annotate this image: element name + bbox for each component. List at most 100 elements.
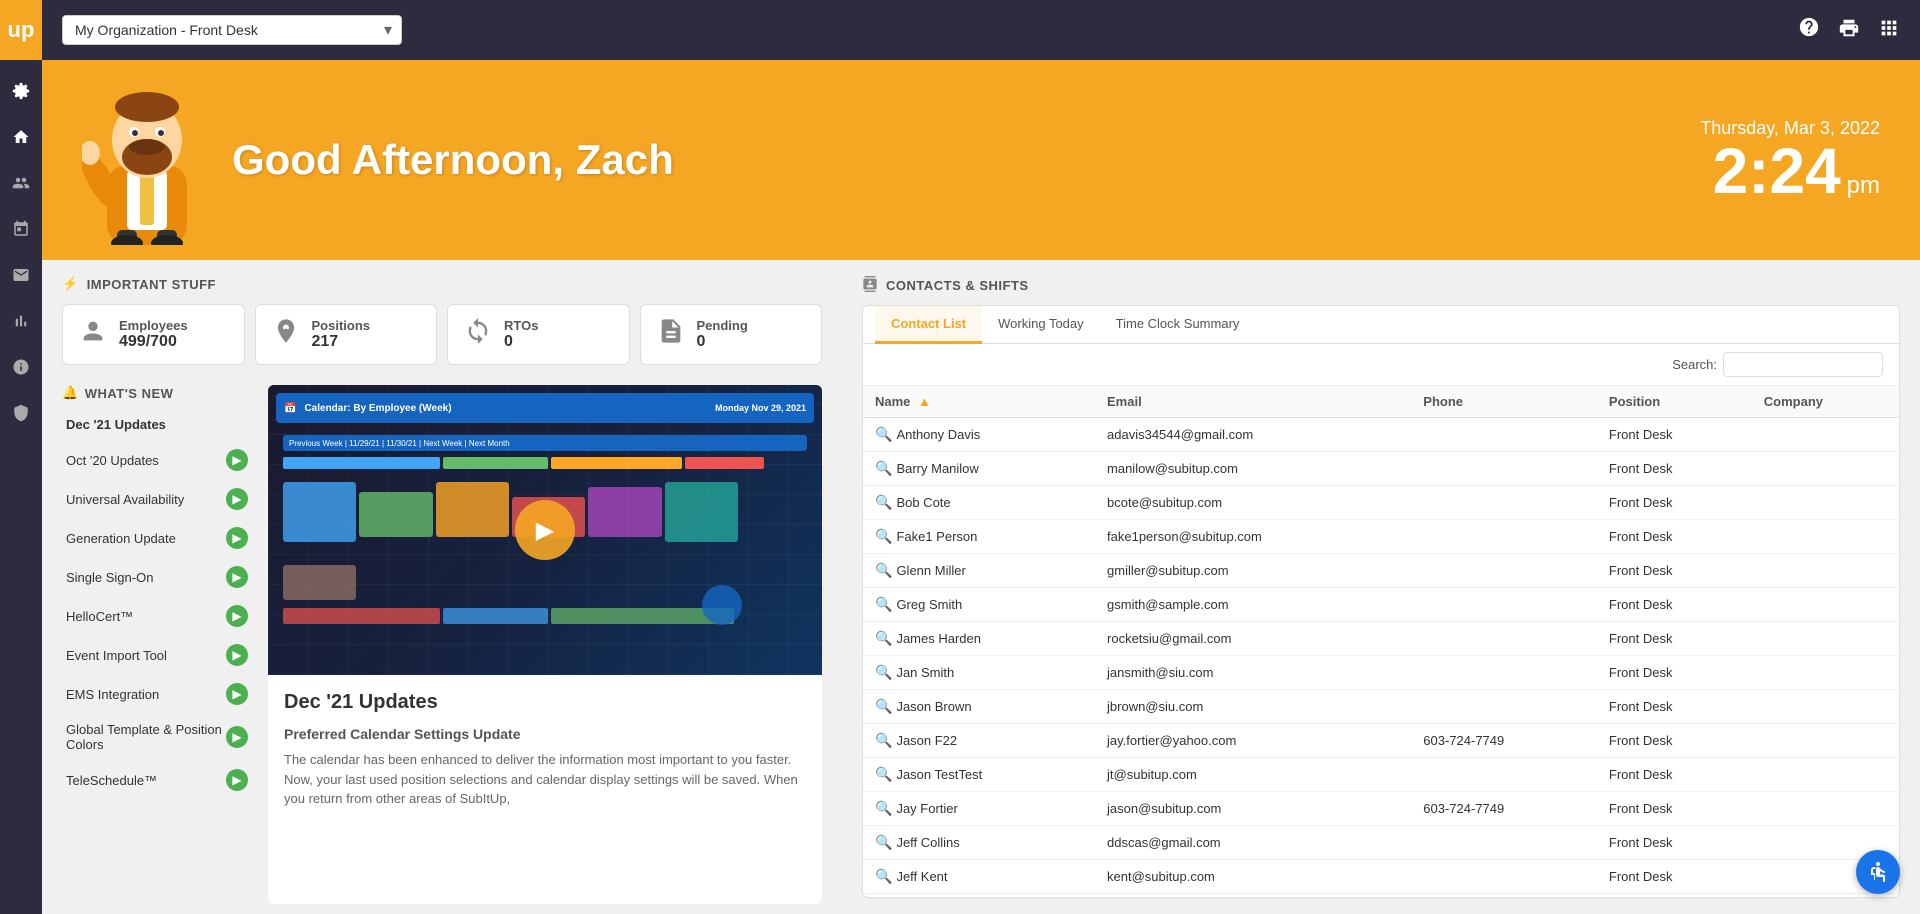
contact-position: Front Desk (1597, 418, 1752, 452)
sidebar-logo[interactable]: up (0, 0, 42, 60)
news-item-label: Dec '21 Updates (66, 417, 166, 432)
table-row[interactable]: 🔍Fake1 Person fake1person@subitup.com Fr… (863, 520, 1899, 554)
org-selector-wrap[interactable]: My Organization - Front Desk (62, 15, 402, 45)
contact-email: jt@subitup.com (1095, 758, 1411, 792)
news-content-panel: 📅 Calendar: By Employee (Week) Monday No… (268, 385, 822, 904)
contact-search-icon[interactable]: 🔍 (875, 528, 892, 544)
sidebar-item-chart[interactable] (0, 300, 42, 342)
table-row[interactable]: 🔍Jason Brown jbrown@siu.com Front Desk (863, 690, 1899, 724)
contact-search-icon[interactable]: 🔍 (875, 596, 892, 612)
contact-search-icon[interactable]: 🔍 (875, 766, 892, 782)
table-row[interactable]: 🔍Jeff Collins ddscas@gmail.com Front Des… (863, 826, 1899, 860)
play-button[interactable]: ▶ (515, 500, 575, 560)
news-arrow-icon: ▶ (226, 644, 248, 666)
contact-search-icon[interactable]: 🔍 (875, 664, 892, 680)
col-name[interactable]: Name ▲ (863, 386, 1095, 418)
news-item[interactable]: EMS Integration▶ (62, 675, 252, 714)
contact-email: gsmith@sample.com (1095, 588, 1411, 622)
col-phone[interactable]: Phone (1411, 386, 1597, 418)
contact-search-icon[interactable]: 🔍 (875, 562, 892, 578)
col-position[interactable]: Position (1597, 386, 1752, 418)
grid-icon[interactable] (1878, 17, 1900, 44)
col-email[interactable]: Email (1095, 386, 1411, 418)
news-item[interactable]: TeleSchedule™▶ (62, 761, 252, 800)
important-section: ⚡ IMPORTANT STUFF Employees 499/700 (42, 260, 842, 375)
table-row[interactable]: 🔍Bob Cote bcote@subitup.com Front Desk (863, 486, 1899, 520)
table-row[interactable]: 🔍James Harden rocketsiu@gmail.com Front … (863, 622, 1899, 656)
hero-datetime: Thursday, Mar 3, 2022 2:24 pm (1700, 118, 1880, 203)
search-input[interactable] (1723, 352, 1883, 377)
table-row[interactable]: 🔍Jay Fortier jason@subitup.com 603-724-7… (863, 792, 1899, 826)
news-item-label: Universal Availability (66, 492, 184, 507)
contact-phone (1411, 860, 1597, 894)
contact-company (1752, 418, 1899, 452)
col-company[interactable]: Company (1752, 386, 1899, 418)
sidebar-item-settings[interactable] (0, 70, 42, 112)
table-row[interactable]: 🔍Glenn Miller gmiller@subitup.com Front … (863, 554, 1899, 588)
contact-search-icon[interactable]: 🔍 (875, 630, 892, 646)
positions-info: Positions 217 (312, 318, 371, 351)
table-row[interactable]: 🔍Anthony Davis adavis34544@gmail.com Fro… (863, 418, 1899, 452)
contact-search-icon[interactable]: 🔍 (875, 732, 892, 748)
contact-search-icon[interactable]: 🔍 (875, 868, 892, 884)
sort-name-icon: ▲ (918, 394, 931, 409)
help-icon[interactable] (1798, 16, 1820, 44)
table-row[interactable]: 🔍Jason TestTest jt@subitup.com Front Des… (863, 758, 1899, 792)
content-area: ⚡ IMPORTANT STUFF Employees 499/700 (42, 260, 1920, 914)
table-row[interactable]: 🔍Barry Manilow manilow@subitup.com Front… (863, 452, 1899, 486)
sidebar-item-info[interactable] (0, 346, 42, 388)
contact-email: fake1person@subitup.com (1095, 520, 1411, 554)
accessibility-button[interactable] (1856, 850, 1900, 894)
news-item-label: TeleSchedule™ (66, 773, 157, 788)
news-item[interactable]: Single Sign-On▶ (62, 558, 252, 597)
contacts-header: CONTACTS & SHIFTS (862, 276, 1900, 295)
table-row[interactable]: 🔍Jeff Kent kent@subitup.com Front Desk (863, 860, 1899, 894)
sidebar-item-shield[interactable] (0, 392, 42, 434)
hero-greeting: Good Afternoon, Zach (232, 136, 674, 184)
sidebar-item-home[interactable] (0, 116, 42, 158)
sidebar-item-calendar[interactable] (0, 208, 42, 250)
news-item[interactable]: Oct '20 Updates▶ (62, 441, 252, 480)
news-item[interactable]: Event Import Tool▶ (62, 636, 252, 675)
news-video[interactable]: 📅 Calendar: By Employee (Week) Monday No… (268, 385, 822, 675)
contact-company (1752, 554, 1899, 588)
positions-icon (272, 317, 300, 352)
contact-company (1752, 724, 1899, 758)
table-row[interactable]: 🔍Jason F22 jay.fortier@yahoo.com 603-724… (863, 724, 1899, 758)
contacts-icon (862, 276, 878, 295)
contact-phone: 603-724-7749 (1411, 792, 1597, 826)
contact-phone (1411, 520, 1597, 554)
news-item[interactable]: Dec '21 Updates (62, 409, 252, 441)
tab-working-today[interactable]: Working Today (982, 306, 1100, 344)
contact-search-icon[interactable]: 🔍 (875, 834, 892, 850)
news-item[interactable]: Global Template & Position Colors▶ (62, 714, 252, 761)
table-row[interactable]: 🔍Jan Smith jansmith@siu.com Front Desk (863, 656, 1899, 690)
news-arrow-icon: ▶ (226, 488, 248, 510)
contact-name: 🔍Glenn Miller (863, 554, 1095, 588)
print-icon[interactable] (1838, 17, 1860, 44)
news-arrow-icon: ▶ (226, 726, 248, 748)
sidebar-item-mail[interactable] (0, 254, 42, 296)
contact-name: 🔍Jason TestTest (863, 758, 1095, 792)
contact-search-icon[interactable]: 🔍 (875, 460, 892, 476)
contact-phone (1411, 690, 1597, 724)
news-item[interactable]: Generation Update▶ (62, 519, 252, 558)
org-selector[interactable]: My Organization - Front Desk (62, 15, 402, 45)
contact-position: Front Desk (1597, 758, 1752, 792)
main-area: My Organization - Front Desk (42, 0, 1920, 914)
contact-search-icon[interactable]: 🔍 (875, 426, 892, 442)
news-item[interactable]: HelloCert™▶ (62, 597, 252, 636)
pending-info: Pending 0 (697, 318, 748, 351)
table-row[interactable]: 🔍Greg Smith gsmith@sample.com Front Desk (863, 588, 1899, 622)
sidebar-item-people[interactable] (0, 162, 42, 204)
contact-search-icon[interactable]: 🔍 (875, 494, 892, 510)
contact-search-icon[interactable]: 🔍 (875, 698, 892, 714)
contact-phone (1411, 452, 1597, 486)
stats-row: Employees 499/700 Positions 217 (62, 304, 822, 365)
contact-position: Front Desk (1597, 690, 1752, 724)
tab-contact-list[interactable]: Contact List (875, 306, 982, 344)
contact-search-icon[interactable]: 🔍 (875, 800, 892, 816)
tab-time-clock[interactable]: Time Clock Summary (1100, 306, 1256, 344)
news-item[interactable]: Universal Availability ▶ (62, 480, 252, 519)
pending-icon (657, 317, 685, 352)
